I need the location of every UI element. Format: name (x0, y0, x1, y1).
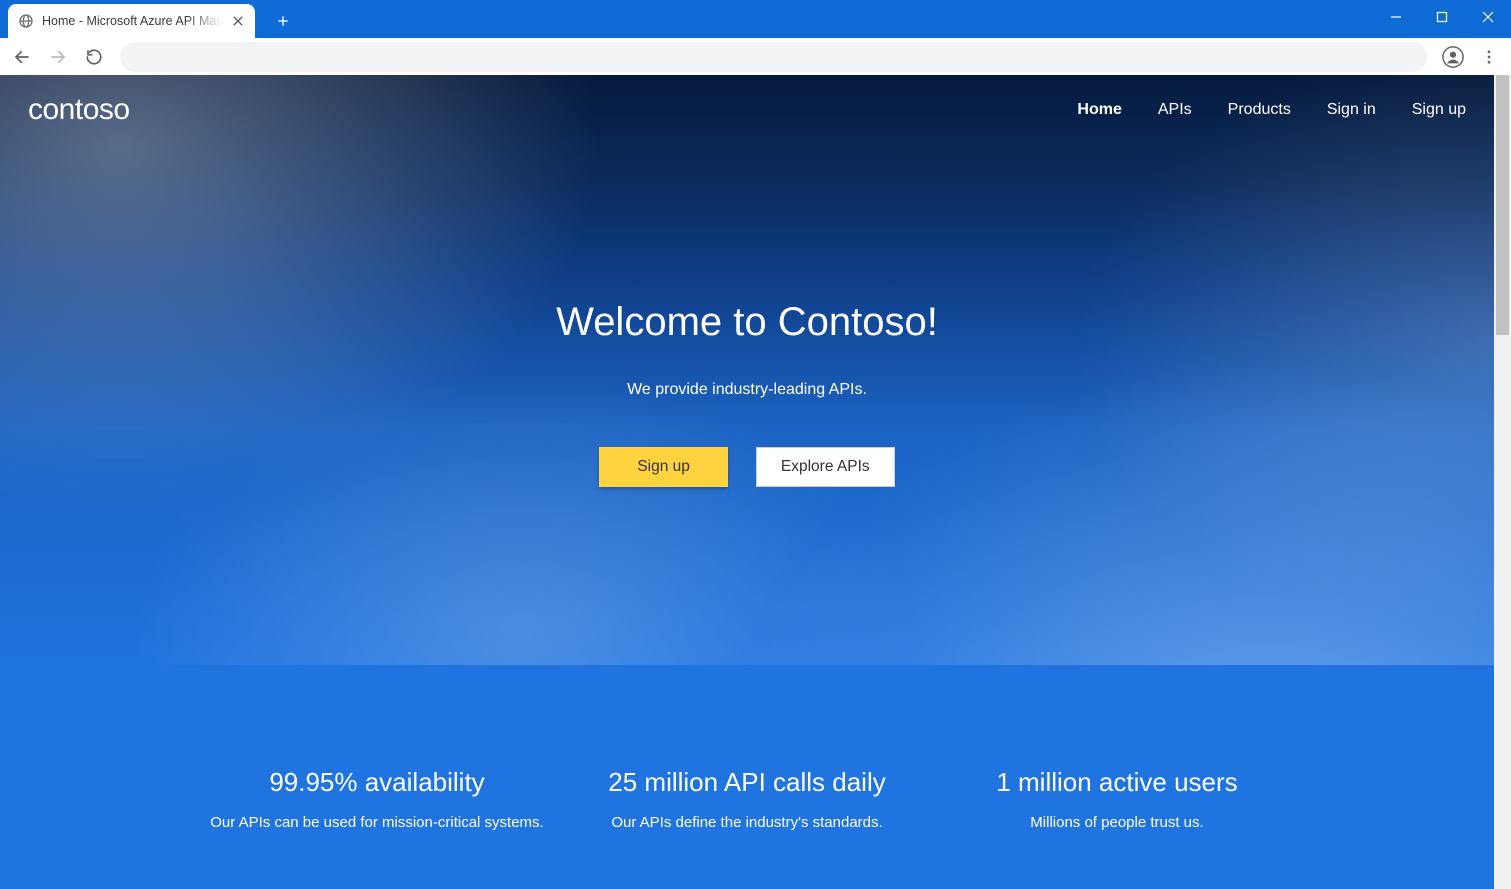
scrollbar-thumb[interactable] (1496, 75, 1509, 335)
window-maximize-button[interactable] (1419, 0, 1465, 34)
tab-strip: Home - Microsoft Azure API Man (0, 0, 1511, 38)
window-minimize-button[interactable] (1373, 0, 1419, 34)
hero-inner: Welcome to Contoso! We provide industry-… (0, 300, 1494, 487)
hero-section: contoso Home APIs Products Sign in Sign … (0, 75, 1494, 665)
window-close-button[interactable] (1465, 0, 1511, 34)
new-tab-button[interactable] (269, 7, 297, 35)
feature-availability: 99.95% availability Our APIs can be used… (192, 767, 562, 831)
browser-toolbar (0, 38, 1511, 75)
nav-signup[interactable]: Sign up (1412, 101, 1466, 119)
features-section: 99.95% availability Our APIs can be used… (0, 665, 1494, 889)
nav-signin[interactable]: Sign in (1327, 101, 1376, 119)
viewport: contoso Home APIs Products Sign in Sign … (0, 75, 1511, 889)
feature-api-calls: 25 million API calls daily Our APIs defi… (562, 767, 932, 831)
signup-button[interactable]: Sign up (599, 447, 728, 487)
profile-icon[interactable] (1437, 41, 1469, 73)
nav-apis[interactable]: APIs (1158, 101, 1192, 119)
page-content: contoso Home APIs Products Sign in Sign … (0, 75, 1494, 889)
main-nav: Home APIs Products Sign in Sign up (1077, 101, 1466, 119)
hero-title: Welcome to Contoso! (556, 300, 938, 345)
address-bar[interactable] (120, 42, 1427, 72)
tab-title: Home - Microsoft Azure API Man (42, 14, 223, 28)
feature-subtitle: Our APIs can be used for mission-critica… (192, 814, 562, 831)
hero-subtitle: We provide industry-leading APIs. (627, 381, 867, 399)
feature-title: 99.95% availability (192, 767, 562, 798)
vertical-scrollbar[interactable] (1494, 75, 1511, 889)
site-header: contoso Home APIs Products Sign in Sign … (0, 75, 1494, 145)
window-controls (1373, 0, 1511, 34)
hero-cta-row: Sign up Explore APIs (599, 447, 894, 487)
brand-logo[interactable]: contoso (28, 93, 130, 127)
nav-home[interactable]: Home (1077, 101, 1121, 119)
feature-title: 1 million active users (932, 767, 1302, 798)
reload-button[interactable] (78, 41, 110, 73)
nav-products[interactable]: Products (1228, 101, 1291, 119)
browser-tab-active[interactable]: Home - Microsoft Azure API Man (8, 4, 255, 38)
browser-chrome: Home - Microsoft Azure API Man (0, 0, 1511, 75)
close-tab-icon[interactable] (231, 14, 245, 28)
feature-title: 25 million API calls daily (562, 767, 932, 798)
globe-icon (18, 13, 34, 29)
explore-apis-button[interactable]: Explore APIs (756, 447, 895, 487)
kebab-menu-icon[interactable] (1473, 41, 1505, 73)
back-button[interactable] (6, 41, 38, 73)
feature-subtitle: Our APIs define the industry's standards… (562, 814, 932, 831)
feature-active-users: 1 million active users Millions of peopl… (932, 767, 1302, 831)
feature-subtitle: Millions of people trust us. (932, 814, 1302, 831)
forward-button[interactable] (42, 41, 74, 73)
